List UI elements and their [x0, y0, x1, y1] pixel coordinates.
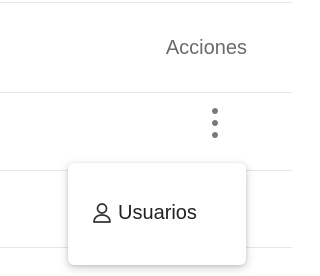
- row-actions-button[interactable]: [201, 104, 229, 142]
- menu-item-label: Usuarios: [118, 202, 197, 224]
- more-vertical-icon: [212, 108, 218, 114]
- menu-item-usuarios[interactable]: Usuarios: [68, 193, 246, 233]
- table-row: [0, 93, 292, 171]
- actions-column-header: Acciones: [165, 37, 247, 59]
- actions-menu: Usuarios: [68, 163, 246, 265]
- more-vertical-icon-dot: [212, 132, 218, 138]
- more-vertical-icon-dot: [212, 120, 218, 126]
- table-header: Acciones: [0, 0, 292, 92]
- user-icon: [92, 202, 112, 224]
